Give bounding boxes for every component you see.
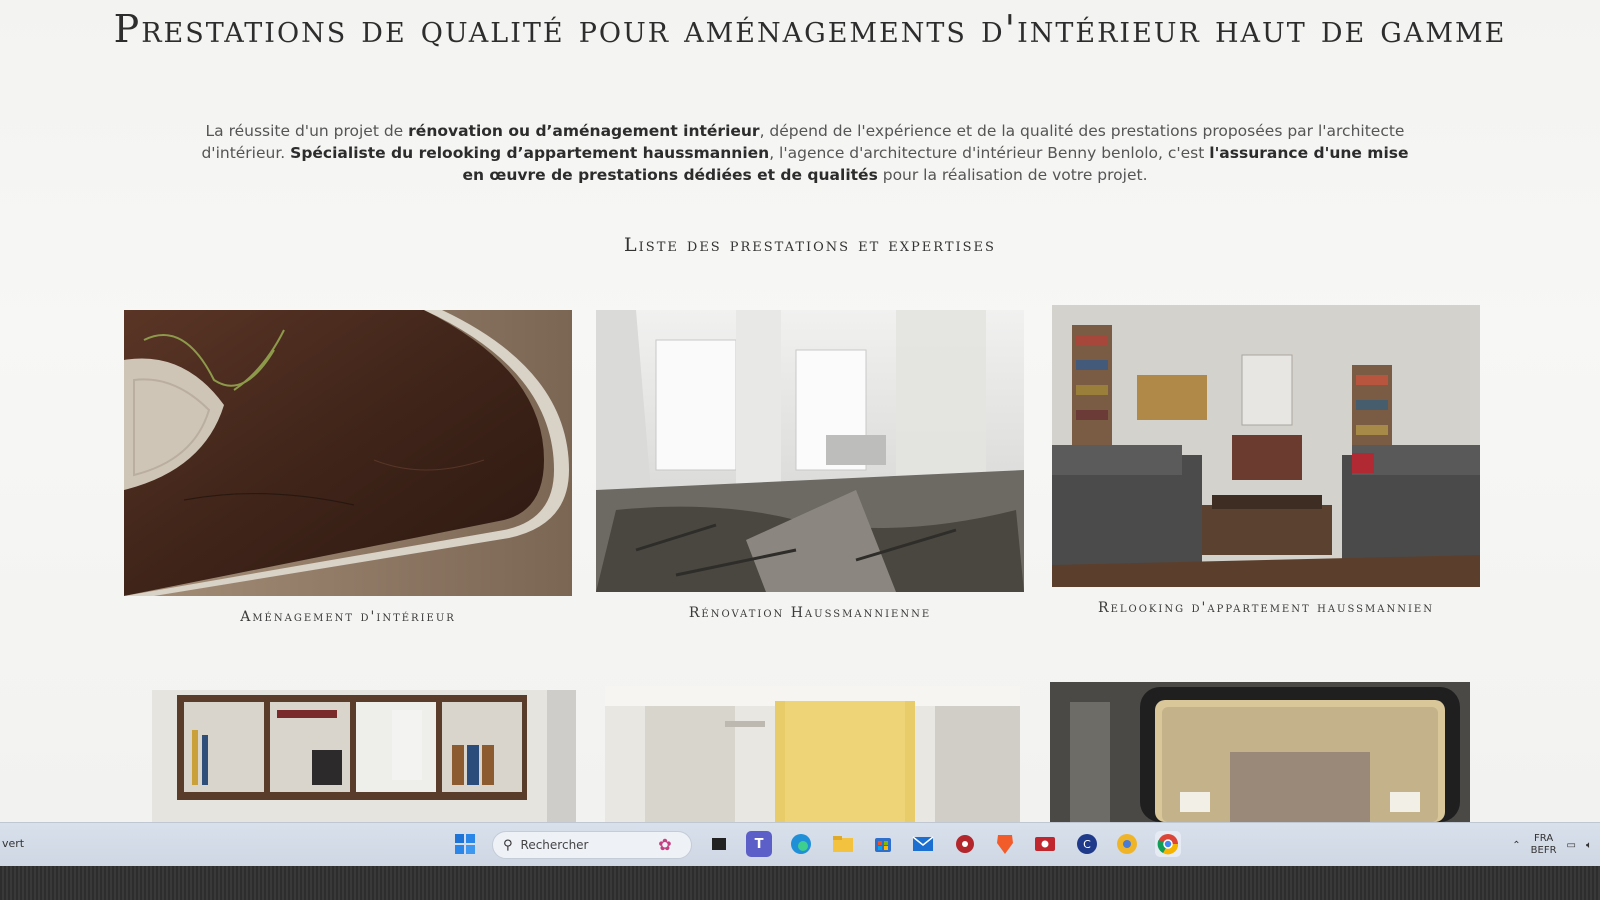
intro-paragraph: La réussite d'un projet de rénovation ou…	[201, 122, 1409, 184]
chevron-up-icon[interactable]: ⌃	[1512, 840, 1520, 851]
brave-icon[interactable]	[992, 831, 1018, 857]
service-image-amenagement[interactable]	[124, 310, 572, 596]
service-caption-renovation[interactable]: Rénovation Haussmannienne	[596, 604, 1024, 622]
service-image-couloir[interactable]	[605, 686, 1020, 822]
search-placeholder: Rechercher	[520, 838, 589, 852]
service-caption-amenagement[interactable]: Aménagement d'intérieur	[124, 608, 572, 626]
page-title: Prestations de qualité pour aménagements…	[113, 7, 1507, 51]
service-card-couloir[interactable]	[605, 686, 1020, 822]
store-icon[interactable]	[870, 831, 896, 857]
task-view-icon[interactable]	[706, 831, 732, 857]
service-card-bibliotheque[interactable]	[152, 690, 576, 822]
chrome-canary-icon[interactable]	[1114, 831, 1140, 857]
system-tray: ⌃ FRA BEFR ▭ 🔈︎	[1512, 829, 1592, 861]
service-caption-relooking[interactable]: Relooking d'appartement haussmannien	[1092, 599, 1440, 617]
app-red-icon[interactable]	[952, 831, 978, 857]
taskbar: vert ⚲ Rechercher ✿ T C ⌃ FRA BEFR ▭ 🔈︎	[0, 822, 1600, 867]
services-heading: Liste des prestations et expertises	[624, 234, 996, 256]
service-image-renovation[interactable]	[596, 310, 1024, 592]
search-icon: ⚲	[503, 837, 513, 853]
widgets-icon[interactable]: ✿	[652, 831, 678, 857]
volume-icon[interactable]: 🔈︎	[1586, 840, 1592, 851]
service-image-chambre[interactable]	[1050, 682, 1470, 822]
network-icon[interactable]: ▭	[1567, 840, 1576, 851]
svg-text:C: C	[1083, 838, 1091, 851]
chrome-icon[interactable]	[1155, 831, 1181, 857]
status-text: vert	[2, 837, 25, 850]
recorder-icon[interactable]	[1032, 831, 1058, 857]
language-indicator[interactable]: FRA BEFR	[1531, 833, 1557, 857]
service-card-amenagement[interactable]: Aménagement d'intérieur	[124, 310, 572, 630]
web-page: Prestations de qualité pour aménagements…	[0, 0, 1600, 822]
edge-icon[interactable]	[788, 831, 814, 857]
file-explorer-icon[interactable]	[830, 831, 856, 857]
service-card-relooking[interactable]: Relooking d'appartement haussmannien	[1052, 305, 1480, 640]
service-image-relooking[interactable]	[1052, 305, 1480, 587]
mail-icon[interactable]	[910, 831, 936, 857]
teams-icon[interactable]: T	[746, 831, 772, 857]
service-card-renovation[interactable]: Rénovation Haussmannienne	[596, 310, 1024, 630]
ccleaner-icon[interactable]: C	[1074, 831, 1100, 857]
start-icon[interactable]	[452, 831, 478, 857]
monitor-bezel	[0, 866, 1600, 900]
service-image-bibliotheque[interactable]	[152, 690, 576, 822]
service-card-chambre[interactable]	[1050, 682, 1470, 822]
